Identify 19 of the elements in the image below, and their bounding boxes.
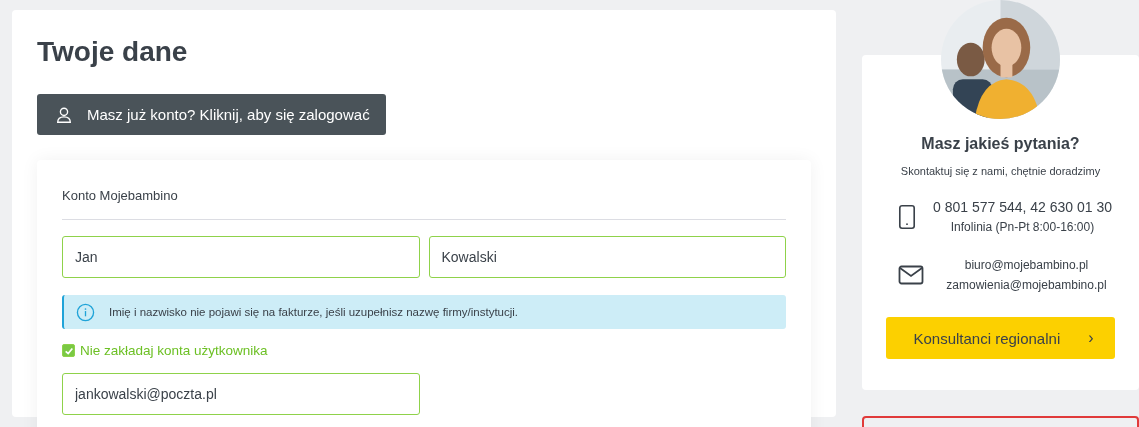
page-title: Twoje dane [37,36,188,68]
first-name-field[interactable]: Jan [62,236,420,278]
info-icon [76,302,95,322]
login-button[interactable]: Masz już konto? Kliknij, aby się zalogować [37,94,386,135]
email-field[interactable]: jankowalski@poczta.pl [62,373,420,415]
hotline-hours: Infolinia (Pn-Pt 8:00-16:00) [949,219,1096,236]
mail-icon [898,265,924,285]
regional-consultants-button[interactable]: Konsultanci regionalni › [886,317,1115,359]
last-name-field[interactable]: Kowalski [428,236,786,278]
contact-title: Masz jakieś pytania? [921,135,1080,153]
info-text: Imię i nazwisko nie pojawi się na fakturze, jeśli uzupełnisz nazwę firmy/instytucji. [109,306,519,318]
email-address[interactable]: zamowienia@mojebambino.pl [938,275,1115,295]
email-address[interactable]: biuro@mojebambino.pl [938,255,1115,275]
user-icon [55,105,73,124]
checkbox[interactable] [62,344,75,357]
section-title: Konto Mojebambino [62,188,786,220]
contact-subtitle: Skontaktuj się z nami, chętnie doradzimy [900,165,1101,177]
phone-numbers: 0 801 577 544, 42 630 01 30 [931,198,1114,217]
phone-icon [898,204,916,230]
